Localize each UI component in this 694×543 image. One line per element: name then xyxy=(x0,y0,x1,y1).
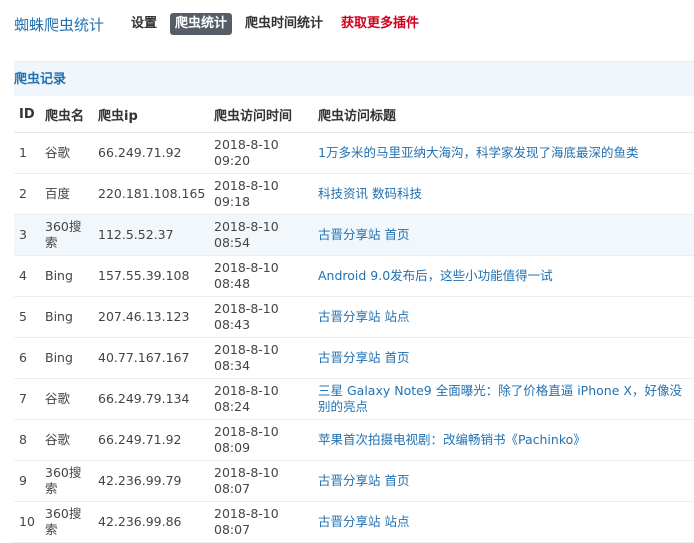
cell-spider-name: Bing xyxy=(40,296,93,338)
cell-visit-time: 2018-8-10 08:09 xyxy=(209,419,313,461)
visit-clock: 09:20 xyxy=(214,153,251,168)
cell-spider-ip: 157.55.39.108 xyxy=(93,255,209,297)
cell-visit-time: 2018-8-10 08:34 xyxy=(209,337,313,379)
table-row: 4 Bing 157.55.39.108 2018-8-10 08:48 Android … xyxy=(14,255,694,297)
spider-records-table: ID 爬虫名 爬虫ip 爬虫访问时间 爬虫访问标题 1 谷歌 66.249.71.9… xyxy=(14,96,694,543)
cell-visit-time: 2018-8-10 09:18 xyxy=(209,173,313,215)
column-header-time: 爬虫访问时间 xyxy=(209,96,313,133)
tab-spider-stats[interactable]: 爬虫统计 xyxy=(170,13,233,35)
cell-visit-title[interactable]: Android 9.0发布后，这些小功能值得一试 xyxy=(313,255,694,297)
cell-spider-name: 百度 xyxy=(40,173,93,215)
cell-spider-ip: 66.249.79.134 xyxy=(93,378,209,420)
visit-date: 2018-8-10 xyxy=(214,178,279,193)
visit-clock: 08:34 xyxy=(214,358,251,373)
cell-visit-title[interactable]: 1万多米的马里亚纳大海沟，科学家发现了海底最深的鱼类 xyxy=(313,132,694,174)
cell-spider-ip: 220.181.108.165 xyxy=(93,173,209,215)
get-more-plugins-link[interactable]: 获取更多插件 xyxy=(336,13,424,35)
cell-visit-time: 2018-8-10 09:20 xyxy=(209,132,313,174)
table-row: 2 百度 220.181.108.165 2018-8-10 09:18 科技资讯 数码科… xyxy=(14,173,694,215)
visit-date: 2018-8-10 xyxy=(214,342,279,357)
visit-clock: 08:07 xyxy=(214,481,251,496)
table-row: 8 谷歌 66.249.71.92 2018-8-10 08:09 苹果首次拍摄电视剧：改… xyxy=(14,419,694,461)
cell-spider-name: 谷歌 xyxy=(40,378,93,420)
visit-date: 2018-8-10 xyxy=(214,424,279,439)
visit-clock: 08:24 xyxy=(214,399,251,414)
cell-id: 4 xyxy=(14,255,40,297)
tab-settings[interactable]: 设置 xyxy=(126,13,162,35)
cell-id: 10 xyxy=(14,501,40,543)
cell-id: 5 xyxy=(14,296,40,338)
cell-spider-name: Bing xyxy=(40,337,93,379)
panel-title: 爬虫记录 xyxy=(14,61,694,96)
visit-clock: 08:48 xyxy=(214,276,251,291)
table-row: 7 谷歌 66.249.79.134 2018-8-10 08:24 三星 Galaxy … xyxy=(14,378,694,420)
cell-visit-title[interactable]: 古晋分享站 站点 xyxy=(313,501,694,543)
panel-title-text: 爬虫记录 xyxy=(14,72,67,87)
column-header-ip: 爬虫ip xyxy=(93,96,209,133)
cell-id: 9 xyxy=(14,460,40,502)
cell-visit-time: 2018-8-10 08:43 xyxy=(209,296,313,338)
cell-spider-name: 谷歌 xyxy=(40,132,93,174)
table-row: 6 Bing 40.77.167.167 2018-8-10 08:34 古晋分享站 首页 xyxy=(14,337,694,379)
cell-id: 8 xyxy=(14,419,40,461)
visit-clock: 08:09 xyxy=(214,440,251,455)
column-header-title: 爬虫访问标题 xyxy=(313,96,694,133)
tab-spider-time-stats[interactable]: 爬虫时间统计 xyxy=(240,13,328,35)
table-header-row: ID 爬虫名 爬虫ip 爬虫访问时间 爬虫访问标题 xyxy=(14,96,694,133)
cell-spider-name: 360搜索 xyxy=(40,501,93,543)
cell-spider-ip: 66.249.71.92 xyxy=(93,419,209,461)
visit-clock: 08:43 xyxy=(214,317,251,332)
cell-id: 3 xyxy=(14,214,40,256)
cell-spider-ip: 42.236.99.79 xyxy=(93,460,209,502)
cell-spider-name: 360搜索 xyxy=(40,214,93,256)
cell-visit-title[interactable]: 古晋分享站 首页 xyxy=(313,460,694,502)
visit-date: 2018-8-10 xyxy=(214,260,279,275)
cell-spider-name: 谷歌 xyxy=(40,419,93,461)
nav-tabs: 设置 爬虫统计 爬虫时间统计 获取更多插件 xyxy=(126,13,432,35)
cell-visit-time: 2018-8-10 08:24 xyxy=(209,378,313,420)
cell-visit-time: 2018-8-10 08:54 xyxy=(209,214,313,256)
table-row: 10 360搜索 42.236.99.86 2018-8-10 08:07 古晋分享站 站… xyxy=(14,501,694,543)
cell-visit-time: 2018-8-10 08:07 xyxy=(209,460,313,502)
cell-spider-name: Bing xyxy=(40,255,93,297)
table-row: 9 360搜索 42.236.99.79 2018-8-10 08:07 古晋分享站 首页 xyxy=(14,460,694,502)
cell-visit-title[interactable]: 三星 Galaxy Note9 全面曝光：除了价格直逼 iPhone X，好像没… xyxy=(313,378,694,420)
visit-date: 2018-8-10 xyxy=(214,383,279,398)
cell-visit-title[interactable]: 科技资讯 数码科技 xyxy=(313,173,694,215)
cell-visit-time: 2018-8-10 08:07 xyxy=(209,501,313,543)
cell-visit-title[interactable]: 苹果首次拍摄电视剧：改编畅销书《Pachinko》 xyxy=(313,419,694,461)
top-bar: 蜘蛛爬虫统计 设置 爬虫统计 爬虫时间统计 获取更多插件 xyxy=(0,0,694,46)
cell-spider-ip: 42.236.99.86 xyxy=(93,501,209,543)
cell-spider-ip: 207.46.13.123 xyxy=(93,296,209,338)
table-row: 1 谷歌 66.249.71.92 2018-8-10 09:20 1万多米的马里亚纳大海… xyxy=(14,132,694,174)
column-header-id: ID xyxy=(14,96,40,133)
visit-date: 2018-8-10 xyxy=(214,301,279,316)
visit-date: 2018-8-10 xyxy=(214,219,279,234)
cell-spider-ip: 40.77.167.167 xyxy=(93,337,209,379)
table-row: 5 Bing 207.46.13.123 2018-8-10 08:43 古晋分享站 站点 xyxy=(14,296,694,338)
cell-visit-title[interactable]: 古晋分享站 首页 xyxy=(313,214,694,256)
visit-clock: 08:54 xyxy=(214,235,251,250)
visit-date: 2018-8-10 xyxy=(214,506,279,521)
cell-visit-time: 2018-8-10 08:48 xyxy=(209,255,313,297)
cell-spider-ip: 66.249.71.92 xyxy=(93,132,209,174)
plugin-title: 蜘蛛爬虫统计 xyxy=(14,16,105,34)
cell-id: 2 xyxy=(14,173,40,215)
cell-id: 6 xyxy=(14,337,40,379)
visit-date: 2018-8-10 xyxy=(214,465,279,480)
visit-date: 2018-8-10 xyxy=(214,137,279,152)
column-header-name: 爬虫名 xyxy=(40,96,93,133)
cell-spider-ip: 112.5.52.37 xyxy=(93,214,209,256)
cell-id: 1 xyxy=(14,132,40,174)
cell-id: 7 xyxy=(14,378,40,420)
visit-clock: 08:07 xyxy=(214,522,251,537)
visit-clock: 09:18 xyxy=(214,194,251,209)
cell-visit-title[interactable]: 古晋分享站 站点 xyxy=(313,296,694,338)
table-row: 3 360搜索 112.5.52.37 2018-8-10 08:54 古晋分享站 首页 xyxy=(14,214,694,256)
cell-visit-title[interactable]: 古晋分享站 首页 xyxy=(313,337,694,379)
cell-spider-name: 360搜索 xyxy=(40,460,93,502)
